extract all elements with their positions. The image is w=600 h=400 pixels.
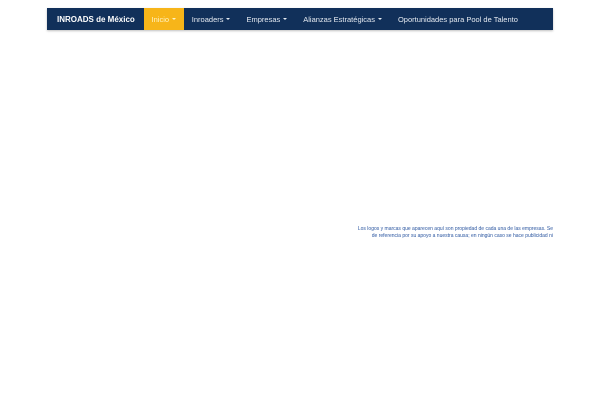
logos-disclaimer: Los logos y marcas que aparecen aquí son… [330,226,553,240]
nav-item-oportunidades[interactable]: Oportunidades para Pool de Talento [390,8,526,30]
disclaimer-line-2: de referencia por su apoyo a nuestra cau… [371,233,553,239]
brand-link[interactable]: INROADS de México [47,8,144,30]
caret-down-icon [283,18,288,20]
nav-item-empresas[interactable]: Empresas [238,8,295,30]
nav-item-inicio[interactable]: Inicio [143,8,184,30]
page: INROADS de México Inicio Inroaders Empre… [0,0,600,400]
nav-item-label: Inroaders [191,14,224,24]
nav-item-alianzas[interactable]: Alianzas Estratégicas [295,8,390,30]
top-navbar: INROADS de México Inicio Inroaders Empre… [47,8,553,30]
disclaimer-line-1: Los logos y marcas que aparecen aquí son… [357,226,553,232]
caret-down-icon [172,18,177,20]
nav-item-label: Inicio [151,14,170,24]
caret-down-icon [377,18,382,20]
nav-item-inroaders[interactable]: Inroaders [184,8,239,30]
nav-item-label: Empresas [246,14,281,24]
nav-item-label: Oportunidades para Pool de Talento [397,14,518,24]
caret-down-icon [226,18,231,20]
nav-item-label: Alianzas Estratégicas [303,14,375,24]
